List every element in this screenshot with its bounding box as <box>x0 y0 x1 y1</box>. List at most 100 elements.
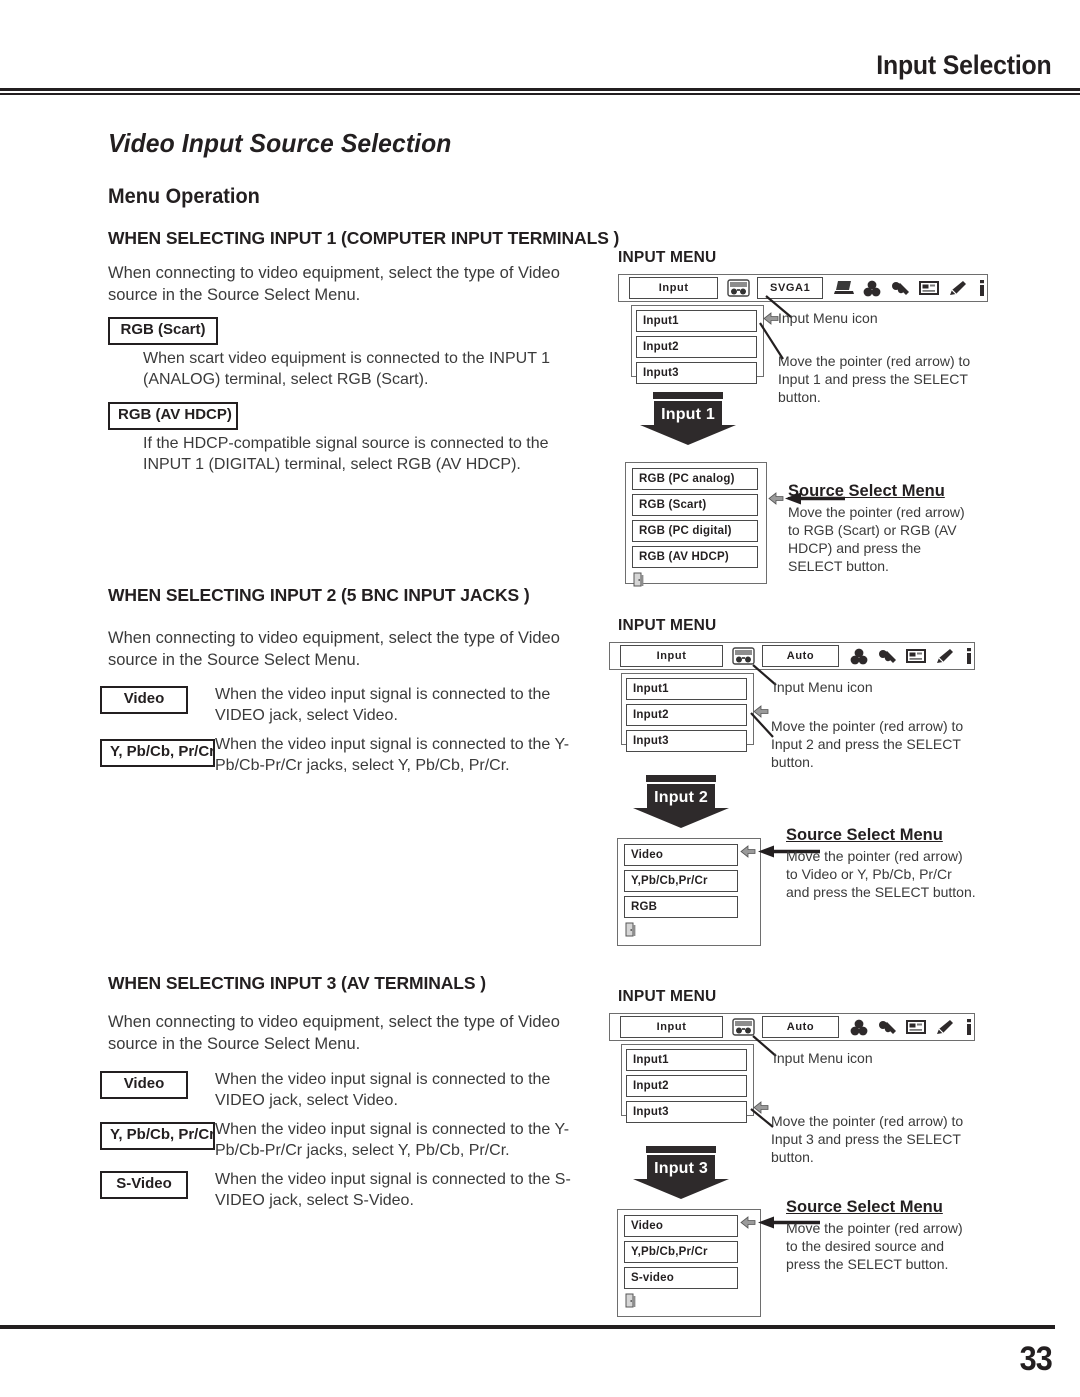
term-desc-rgb-av-hdcp: If the HDCP-compatible signal source is … <box>143 435 549 473</box>
footer-divider <box>0 1325 1055 1329</box>
term-label-s-video-input3: S-Video <box>100 1171 188 1199</box>
term-label-ypbpr-input3: Y, Pb/Cb, Pr/Cr <box>100 1122 215 1150</box>
banner-input-3: Input 3 <box>633 1146 729 1199</box>
setting-pencil-icon[interactable] <box>935 648 955 665</box>
banner-cap <box>646 775 716 782</box>
source-select-list-1: RGB (PC analog) RGB (Scart) RGB (PC digi… <box>625 462 767 587</box>
banner-cap <box>646 1146 716 1153</box>
information-icon[interactable] <box>977 279 987 297</box>
osd-list-item-input2[interactable]: Input2 <box>636 336 757 358</box>
source-item-ypbpr[interactable]: Y,Pb/Cb,Pr/Cr <box>624 870 738 892</box>
osd-input-list-3: Input1 Input2 Input3 <box>621 1044 754 1123</box>
banner-label-input3: Input 3 <box>654 1160 708 1177</box>
term-label-rgb-av-hdcp: RGB (AV HDCP) <box>108 402 238 430</box>
computer-icon[interactable] <box>834 280 854 296</box>
term-label-video-input2: Video <box>100 686 188 714</box>
banner-label-input2: Input 2 <box>654 789 708 806</box>
osd-menu-label-2[interactable]: Input <box>620 645 724 667</box>
source-item-s-video[interactable]: S-video <box>624 1267 738 1289</box>
banner-arrow-shape: Input 2 <box>633 784 729 828</box>
setting-pencil-icon[interactable] <box>948 280 968 297</box>
source-item-rgb-av-hdcp[interactable]: RGB (AV HDCP) <box>632 546 758 568</box>
source-item-rgb-pc-analog[interactable]: RGB (PC analog) <box>632 468 758 490</box>
callout-input-menu-action-1: Move the pointer (red arrow) to Input 1 … <box>778 353 971 405</box>
source-select-callout-2: Move the pointer (red arrow) to Video or… <box>786 848 976 900</box>
header-divider <box>0 88 1080 95</box>
input-menu-icon[interactable] <box>727 277 751 299</box>
osd-menubar-3: Input Auto <box>609 1013 975 1041</box>
source-item-video[interactable]: Video <box>624 844 738 866</box>
callout-input-menu-icon-2: Input Menu icon <box>773 679 873 695</box>
source-select-title-3: Source Select Menu <box>786 1198 943 1216</box>
red-arrow-pointer-icon <box>768 492 784 505</box>
source-item-rgb[interactable]: RGB <box>624 896 738 918</box>
screen-icon[interactable] <box>919 280 939 296</box>
exit-door-icon[interactable] <box>626 568 766 592</box>
callout-input-menu-action-2: Move the pointer (red arrow) to Input 2 … <box>771 718 964 770</box>
exit-door-icon[interactable] <box>618 918 760 942</box>
callout-input-menu-icon-1: Input Menu icon <box>778 310 878 326</box>
input-menu-title-1: INPUT MENU <box>618 249 717 266</box>
term-label-ypbpr-input2: Y, Pb/Cb, Pr/Cr <box>100 739 215 767</box>
banner-arrow-shape: Input 3 <box>633 1155 729 1199</box>
term-desc-ypbpr-input2: When the video input signal is connected… <box>215 736 570 774</box>
exit-door-icon[interactable] <box>618 1289 760 1313</box>
banner-input-1: Input 1 <box>640 392 736 445</box>
term-desc-video-input3: When the video input signal is connected… <box>215 1071 551 1109</box>
red-arrow-pointer-icon <box>740 1216 756 1229</box>
source-item-rgb-pc-digital[interactable]: RGB (PC digital) <box>632 520 758 542</box>
source-select-title-2: Source Select Menu <box>786 826 943 844</box>
osd-icon-group-3 <box>850 1018 974 1036</box>
color-adjust-icon[interactable] <box>850 1019 868 1036</box>
osd-list-item-input3[interactable]: Input3 <box>626 730 747 752</box>
information-icon[interactable] <box>964 1018 974 1036</box>
term-desc-s-video-input3: When the video input signal is connected… <box>215 1171 571 1209</box>
section-intro-input1: When connecting to video equipment, sele… <box>108 264 560 304</box>
image-adjust-icon[interactable] <box>890 280 910 297</box>
section-heading-input1: WHEN SELECTING INPUT 1 (COMPUTER INPUT T… <box>108 228 620 248</box>
term-desc-video-input2: When the video input signal is connected… <box>215 686 551 724</box>
banner-cap <box>653 392 723 399</box>
osd-input-list-1: Input1 Input2 Input3 <box>631 305 764 384</box>
setting-pencil-icon[interactable] <box>935 1019 955 1036</box>
osd-list-item-input2[interactable]: Input2 <box>626 704 747 726</box>
banner-arrow-shape: Input 1 <box>640 401 736 445</box>
osd-list-item-input1[interactable]: Input1 <box>636 310 757 332</box>
source-select-callout-1: Move the pointer (red arrow) to RGB (Sca… <box>788 504 965 574</box>
term-desc-ypbpr-input3: When the video input signal is connected… <box>215 1121 570 1159</box>
osd-list-item-input2[interactable]: Input2 <box>626 1075 747 1097</box>
screen-icon[interactable] <box>906 1019 926 1035</box>
color-adjust-icon[interactable] <box>850 648 868 665</box>
section-intro-input2: When connecting to video equipment, sele… <box>108 629 560 669</box>
source-item-rgb-scart[interactable]: RGB (Scart) <box>632 494 758 516</box>
osd-menubar-2: Input Auto <box>609 642 975 670</box>
subsection-title: Menu Operation <box>108 185 260 208</box>
screen-icon[interactable] <box>906 648 926 664</box>
input-menu-title-3: INPUT MENU <box>618 988 717 1005</box>
osd-icon-group-2 <box>850 647 974 665</box>
color-adjust-icon[interactable] <box>863 280 881 297</box>
osd-input-list-2: Input1 Input2 Input3 <box>621 673 754 752</box>
osd-list-item-input3[interactable]: Input3 <box>626 1101 747 1123</box>
callout-input-menu-action-3: Move the pointer (red arrow) to Input 3 … <box>771 1113 964 1165</box>
image-adjust-icon[interactable] <box>877 648 897 665</box>
osd-menu-label-1[interactable]: Input <box>629 277 719 299</box>
callout-input-menu-icon-3: Input Menu icon <box>773 1050 873 1066</box>
page-header-title: Input Selection <box>876 50 1052 80</box>
red-arrow-pointer-icon <box>740 845 756 858</box>
osd-menu-label-3[interactable]: Input <box>620 1016 724 1038</box>
osd-list-item-input1[interactable]: Input1 <box>626 678 747 700</box>
banner-input-2: Input 2 <box>633 775 729 828</box>
page-header: Input Selection <box>0 0 1080 95</box>
osd-menubar-1: Input SVGA1 <box>618 274 988 302</box>
source-item-ypbpr[interactable]: Y,Pb/Cb,Pr/Cr <box>624 1241 738 1263</box>
osd-list-item-input1[interactable]: Input1 <box>626 1049 747 1071</box>
osd-list-item-input3[interactable]: Input3 <box>636 362 757 384</box>
page-number: 33 <box>1019 1340 1053 1378</box>
source-item-video[interactable]: Video <box>624 1215 738 1237</box>
term-label-rgb-scart: RGB (Scart) <box>108 317 218 345</box>
term-label-video-input3: Video <box>100 1071 188 1099</box>
section-heading-input2: WHEN SELECTING INPUT 2 (5 BNC INPUT JACK… <box>108 585 530 605</box>
image-adjust-icon[interactable] <box>877 1019 897 1036</box>
information-icon[interactable] <box>964 647 974 665</box>
